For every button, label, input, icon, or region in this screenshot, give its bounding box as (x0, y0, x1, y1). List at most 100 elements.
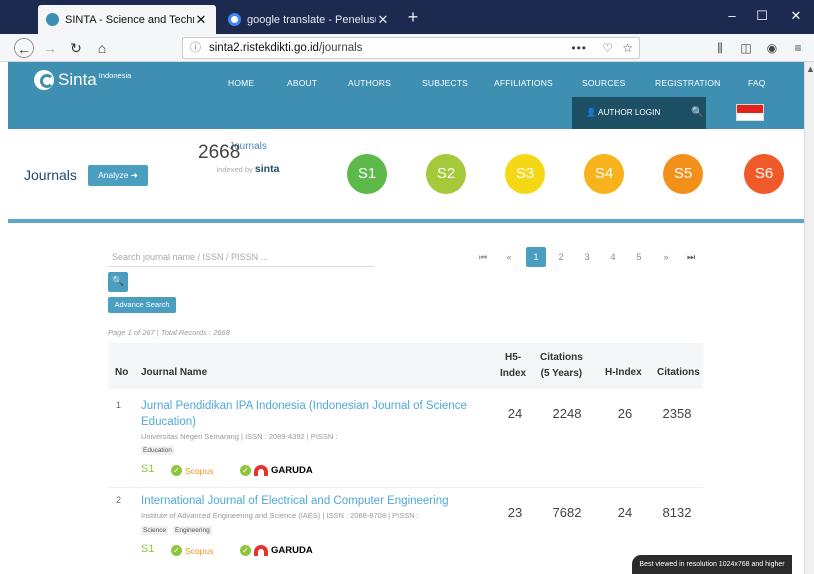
scroll-up-icon[interactable]: ▲ (806, 64, 814, 74)
badge-s3[interactable]: S3 (505, 154, 545, 194)
stats-band: Journals Analyze ➜ 2668 Journals indexed… (8, 129, 804, 222)
new-tab-button[interactable]: + (402, 6, 424, 28)
search-input[interactable]: Search journal name / ISSN / PISSN ... (108, 247, 374, 267)
account-icon[interactable]: ◉ (762, 38, 782, 58)
first-page-icon[interactable]: ⏮ (476, 247, 490, 267)
page-5-button[interactable]: 5 (632, 247, 646, 267)
check-icon: ✓ (171, 465, 182, 476)
record-summary: Page 1 of 267 | Total Records : 2668 (108, 328, 230, 337)
tab-title: google translate - Penelusuran (247, 13, 376, 26)
reload-icon[interactable]: ↻ (66, 38, 86, 58)
url-path: /journals (318, 42, 363, 54)
author-login-button[interactable]: 👤 AUTHOR LOGIN (586, 108, 660, 118)
sinta-brand: sinta (254, 163, 280, 175)
author-login-label: AUTHOR LOGIN (598, 108, 661, 117)
subject-tag[interactable]: Engineering (173, 526, 212, 535)
col-journal-name: Journal Name (141, 367, 208, 378)
forward-icon[interactable]: → (40, 38, 60, 58)
info-icon[interactable]: ⓘ (190, 38, 201, 58)
page-content: Sinta Indonesia HOME ABOUT AUTHORS SUBJE… (8, 62, 804, 574)
sinta-logo[interactable]: Sinta Indonesia (34, 70, 131, 90)
subject-tag[interactable]: Science (141, 526, 169, 535)
tab-title: SINTA - Science and Technolog (65, 13, 194, 26)
scopus-badge[interactable]: ✓ Scopus (171, 545, 213, 556)
tab-close-icon[interactable]: ✕ (194, 12, 208, 28)
check-icon: ✓ (240, 465, 251, 476)
band-divider (8, 219, 804, 223)
nav-authors[interactable]: AUTHORS (348, 78, 391, 88)
garuda-logo-icon (254, 545, 268, 556)
nav-subjects[interactable]: SUBJECTS (422, 78, 468, 88)
citations-5y-value: 2248 (552, 406, 582, 421)
page-3-button[interactable]: 3 (580, 247, 594, 267)
badge-s6[interactable]: S6 (744, 154, 784, 194)
nav-home[interactable]: HOME (228, 78, 254, 88)
col-citations-5y[interactable]: Citations (5 Years) (540, 350, 583, 382)
back-icon[interactable]: ← (14, 38, 34, 58)
col-h-index[interactable]: H-Index (605, 367, 642, 378)
nav-affiliations[interactable]: AFFILIATIONS (494, 78, 553, 88)
prev-page-button[interactable]: « (502, 247, 516, 267)
search-icon[interactable]: 🔍 (691, 107, 703, 118)
menu-icon[interactable]: ≡ (788, 38, 808, 58)
badge-s5[interactable]: S5 (663, 154, 703, 194)
rank-label: S1 (141, 463, 155, 475)
analyze-label: Analyze (98, 170, 129, 180)
page-1-button[interactable]: 1 (526, 247, 546, 267)
browser-tab-bar: SINTA - Science and Technolog ✕ google t… (0, 0, 814, 34)
garuda-badge[interactable]: ✓ GARUDA (240, 545, 313, 556)
journal-name-link[interactable]: Jurnal Pendidikan IPA Indonesia (Indones… (141, 398, 486, 430)
scopus-badge[interactable]: ✓ Scopus (171, 465, 213, 476)
col-h5-index[interactable]: H5- Index (500, 350, 526, 382)
minimize-icon[interactable]: – (722, 8, 742, 23)
citations-5y-value: 7682 (552, 505, 582, 520)
badge-s4[interactable]: S4 (584, 154, 624, 194)
journal-affiliation: Institute of Advanced Engineering and Sc… (141, 511, 419, 520)
garuda-logo-icon (254, 465, 268, 476)
library-icon[interactable]: ⫼ (710, 38, 730, 58)
badge-s1[interactable]: S1 (347, 154, 387, 194)
nav-about[interactable]: ABOUT (287, 78, 317, 88)
login-bar: 👤 AUTHOR LOGIN (572, 97, 706, 129)
citations-value: 2358 (662, 406, 692, 421)
arrow-right-icon: ➜ (130, 170, 138, 180)
garuda-badge[interactable]: ✓ GARUDA (240, 465, 313, 476)
maximize-icon[interactable]: ☐ (752, 8, 772, 24)
page-4-button[interactable]: 4 (606, 247, 620, 267)
search-button[interactable]: 🔍 (108, 272, 128, 292)
subject-tag[interactable]: Education (141, 446, 174, 455)
row-number: 1 (116, 400, 122, 410)
journal-affiliation: Universitas Negeri Semarang | ISSN : 208… (141, 432, 338, 441)
indonesia-flag-icon[interactable] (736, 104, 764, 121)
row-number: 2 (116, 495, 122, 505)
analyze-button[interactable]: Analyze ➜ (88, 165, 148, 186)
tab-sinta[interactable]: SINTA - Science and Technolog ✕ (38, 5, 216, 34)
page-actions-icon[interactable]: ••• (571, 38, 587, 58)
url-bar[interactable]: ⓘ sinta2.ristekdikti.go.id/journals ••• … (182, 37, 640, 59)
tab-close-icon[interactable]: ✕ (376, 12, 390, 28)
row-divider (108, 487, 703, 488)
page-scrollbar[interactable]: ▲ (804, 62, 814, 574)
sidebar-icon[interactable]: ◫ (736, 38, 756, 58)
logo-name: Sinta (58, 70, 97, 89)
h5-index-value: 24 (507, 406, 523, 421)
close-window-icon[interactable]: ✕ (786, 8, 806, 24)
table-row: 2 International Journal of Electrical an… (108, 495, 703, 565)
home-icon[interactable]: ⌂ (92, 38, 112, 58)
next-page-button[interactable]: » (659, 247, 673, 267)
page-2-button[interactable]: 2 (554, 247, 568, 267)
bookmark-star-icon[interactable]: ☆ (622, 38, 633, 58)
pocket-icon[interactable]: ♡ (602, 38, 613, 58)
sinta-favicon-icon (46, 13, 59, 26)
col-citations[interactable]: Citations (657, 367, 700, 378)
journal-name-link[interactable]: International Journal of Electrical and … (141, 493, 486, 509)
tab-google[interactable]: google translate - Penelusuran ✕ (220, 5, 398, 34)
badge-s2[interactable]: S2 (426, 154, 466, 194)
nav-faq[interactable]: FAQ (748, 78, 766, 88)
last-page-icon[interactable]: ⏭ (684, 247, 698, 267)
nav-registration[interactable]: REGISTRATION (655, 78, 721, 88)
sinta-logo-icon (34, 70, 54, 90)
citations-value: 8132 (662, 505, 692, 520)
advanced-search-button[interactable]: Advance Search (108, 297, 176, 313)
nav-sources[interactable]: SOURCES (582, 78, 625, 88)
